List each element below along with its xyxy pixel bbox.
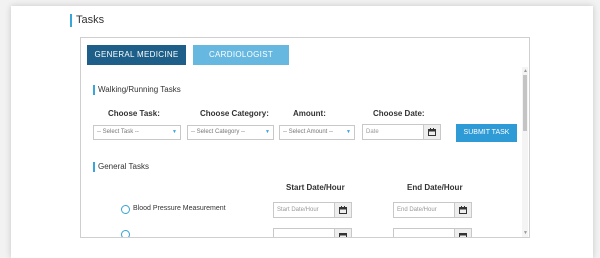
panel-scrollbar[interactable]: ▲ ▼ <box>522 67 528 237</box>
blood-pressure-label: Blood Pressure Measurement <box>133 205 226 212</box>
next-start-calendar-button[interactable] <box>335 228 352 237</box>
task-select[interactable]: -- Select Task -- ▼ <box>93 125 181 140</box>
calendar-icon <box>428 128 436 136</box>
chevron-down-icon: ▼ <box>346 129 351 135</box>
start-date-header: Start Date/Hour <box>286 183 345 192</box>
next-task-radio[interactable] <box>121 230 130 237</box>
page-title: Tasks <box>70 14 104 27</box>
chevron-down-icon: ▼ <box>172 129 177 135</box>
submit-task-button[interactable]: SUBMIT TASK <box>456 124 517 142</box>
choose-task-label: Choose Task: <box>108 109 160 118</box>
next-end-calendar-button[interactable] <box>455 228 472 237</box>
calendar-icon <box>459 233 467 237</box>
end-date-input[interactable]: End Date/Hour <box>393 202 455 218</box>
next-end-date-input[interactable] <box>393 228 455 237</box>
calendar-button[interactable] <box>424 124 441 140</box>
start-date-input[interactable]: Start Date/Hour <box>273 202 335 218</box>
tab-cardiologist[interactable]: CARDIOLOGIST <box>193 45 289 65</box>
tab-general-medicine[interactable]: GENERAL MEDICINE <box>87 45 186 65</box>
tasks-panel: GENERAL MEDICINE CARDIOLOGIST Walking/Ru… <box>80 37 530 238</box>
end-date-placeholder: End Date/Hour <box>397 207 437 213</box>
amount-select-value: -- Select Amount -- <box>283 129 334 135</box>
calendar-icon <box>459 206 467 214</box>
scroll-thumb[interactable] <box>523 75 527 131</box>
start-date-placeholder: Start Date/Hour <box>277 207 319 213</box>
choose-date-label: Choose Date: <box>373 109 425 118</box>
amount-label: Amount: <box>293 109 326 118</box>
scroll-up-icon[interactable]: ▲ <box>523 68 528 74</box>
general-section-title: General Tasks <box>93 162 149 172</box>
start-calendar-button[interactable] <box>335 202 352 218</box>
choose-category-label: Choose Category: <box>200 109 269 118</box>
category-select[interactable]: -- Select Category -- ▼ <box>187 125 274 140</box>
calendar-icon <box>339 206 347 214</box>
task-select-value: -- Select Task -- <box>97 129 139 135</box>
walking-section-title: Walking/Running Tasks <box>93 85 181 95</box>
date-input[interactable]: Date <box>362 124 424 140</box>
scroll-down-icon[interactable]: ▼ <box>523 230 528 236</box>
chevron-down-icon: ▼ <box>265 129 270 135</box>
date-placeholder: Date <box>366 129 379 135</box>
amount-select[interactable]: -- Select Amount -- ▼ <box>279 125 355 140</box>
next-start-date-input[interactable] <box>273 228 335 237</box>
end-date-header: End Date/Hour <box>407 183 463 192</box>
calendar-icon <box>339 233 347 237</box>
category-select-value: -- Select Category -- <box>191 129 246 135</box>
blood-pressure-radio[interactable] <box>121 205 130 214</box>
end-calendar-button[interactable] <box>455 202 472 218</box>
